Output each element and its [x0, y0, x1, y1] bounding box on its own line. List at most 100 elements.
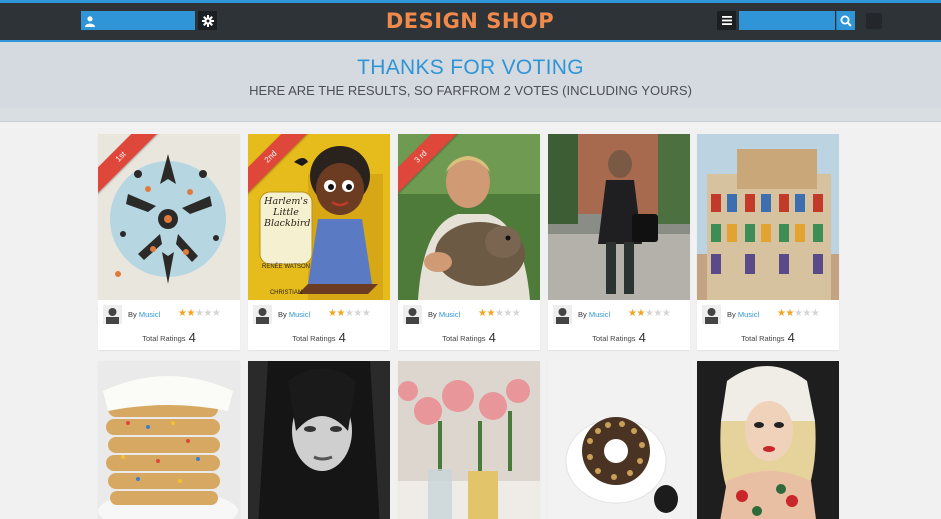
result-card[interactable]	[398, 361, 540, 519]
results-banner: THANKS FOR VOTING HERE ARE THE RESULTS, …	[0, 42, 941, 122]
card-image[interactable]	[98, 361, 240, 519]
user-field[interactable]	[99, 11, 195, 30]
star-empty-icon[interactable]: ★	[802, 308, 811, 319]
search-input[interactable]	[739, 11, 835, 30]
card-image[interactable]	[548, 361, 690, 519]
avatar[interactable]	[403, 305, 422, 324]
star-filled-icon[interactable]: ★	[186, 308, 195, 319]
author-link[interactable]: Musicl	[589, 310, 610, 319]
total-ratings-label: Total Ratings	[442, 334, 486, 343]
settings-button[interactable]	[198, 11, 217, 30]
total-ratings-label: Total Ratings	[592, 334, 636, 343]
by-label: By	[128, 310, 137, 319]
pancake-stack-image	[98, 361, 240, 519]
star-rating[interactable]: ★★★★★	[628, 308, 671, 319]
card-meta: By Musicl ★★★★★ Total Ratings 4	[98, 300, 240, 350]
star-empty-icon[interactable]: ★	[512, 308, 521, 319]
star-empty-icon[interactable]: ★	[503, 308, 512, 319]
author-link[interactable]: Musicl	[289, 310, 310, 319]
brand-logo[interactable]: DESIGN SHOP	[380, 9, 560, 33]
card-image[interactable]	[248, 361, 390, 519]
search-icon	[840, 15, 852, 27]
result-card[interactable]: By Musicl ★★★★★ Total Ratings 4	[548, 134, 690, 350]
result-card[interactable]: 1st By Musicl ★★★★★ Total Ratings 4	[98, 134, 240, 350]
result-card[interactable]	[548, 361, 690, 519]
corner-button[interactable]	[866, 13, 882, 29]
banner-subtitle: HERE ARE THE RESULTS, SO FARFROM 2 VOTES…	[249, 83, 692, 98]
result-card[interactable]	[248, 361, 390, 519]
total-ratings-count: 4	[188, 330, 196, 345]
author-link[interactable]: Musicl	[439, 310, 460, 319]
total-ratings: Total Ratings 4	[248, 330, 390, 345]
card-image[interactable]	[398, 361, 540, 519]
star-filled-icon[interactable]: ★	[785, 308, 794, 319]
card-meta: By Musicl ★★★★★ Total Ratings 4	[548, 300, 690, 350]
card-image[interactable]	[548, 134, 690, 300]
star-empty-icon[interactable]: ★	[362, 308, 371, 319]
user-icon	[85, 15, 95, 27]
total-ratings-label: Total Ratings	[741, 334, 785, 343]
card-meta: By Musicl ★★★★★ Total Ratings 4	[248, 300, 390, 350]
gear-icon	[201, 14, 214, 27]
donut-cake-image	[548, 361, 690, 519]
book-title-line: Little	[273, 207, 299, 218]
star-empty-icon[interactable]: ★	[353, 308, 362, 319]
banner-title: THANKS FOR VOTING	[357, 56, 584, 79]
card-meta: By Musicl ★★★★★ Total Ratings 4	[398, 300, 540, 350]
star-empty-icon[interactable]: ★	[662, 308, 671, 319]
menu-icon	[721, 16, 732, 25]
result-card[interactable]	[697, 361, 839, 519]
street-style-image	[548, 134, 690, 300]
author-link[interactable]: Musicl	[738, 310, 759, 319]
total-ratings-label: Total Ratings	[142, 334, 186, 343]
avatar[interactable]	[253, 305, 272, 324]
book-title: Harlem's Little Blackbird	[264, 196, 311, 229]
flowers-table-image	[398, 361, 540, 519]
by-label: By	[428, 310, 437, 319]
star-filled-icon[interactable]: ★	[636, 308, 645, 319]
avatar[interactable]	[103, 305, 122, 324]
star-empty-icon[interactable]: ★	[203, 308, 212, 319]
card-image[interactable]	[697, 134, 839, 300]
total-ratings: Total Ratings 4	[398, 330, 540, 345]
author-line: By Musicl	[727, 310, 759, 319]
tattoo-portrait-image	[697, 361, 839, 519]
star-rating[interactable]: ★★★★★	[478, 308, 521, 319]
star-rating[interactable]: ★★★★★	[777, 308, 820, 319]
avatar[interactable]	[702, 305, 721, 324]
top-bar: DESIGN SHOP	[0, 0, 941, 42]
star-rating[interactable]: ★★★★★	[328, 308, 371, 319]
by-label: By	[727, 310, 736, 319]
book-illustrator: CHRISTIAN	[269, 290, 303, 296]
by-label: By	[278, 310, 287, 319]
author-line: By Musicl	[128, 310, 160, 319]
card-image[interactable]	[697, 361, 839, 519]
total-ratings-count: 4	[787, 330, 795, 345]
author-line: By Musicl	[278, 310, 310, 319]
author-line: By Musicl	[578, 310, 610, 319]
colorful-building-image	[697, 134, 839, 300]
card-meta: By Musicl ★★★★★ Total Ratings 4	[697, 300, 839, 350]
star-empty-icon[interactable]: ★	[811, 308, 820, 319]
star-rating[interactable]: ★★★★★	[178, 308, 221, 319]
avatar[interactable]	[553, 305, 572, 324]
search-button[interactable]	[836, 11, 855, 30]
book-title-line: Blackbird	[264, 218, 311, 229]
book-title-line: Harlem's	[264, 196, 308, 207]
result-card[interactable]: 3 rd By Musicl ★★★★★ Total Ratings 4	[398, 134, 540, 350]
result-card[interactable]: By Musicl ★★★★★ Total Ratings 4	[697, 134, 839, 350]
author-link[interactable]: Musicl	[139, 310, 160, 319]
user-button[interactable]	[81, 11, 99, 30]
total-ratings-count: 4	[338, 330, 346, 345]
total-ratings-count: 4	[638, 330, 646, 345]
star-empty-icon[interactable]: ★	[653, 308, 662, 319]
star-empty-icon[interactable]: ★	[212, 308, 221, 319]
portrait-bw-image	[248, 361, 390, 519]
result-card[interactable]: Harlem's Little Blackbird RENÉE WATSON C…	[248, 134, 390, 350]
result-card[interactable]	[98, 361, 240, 519]
menu-button[interactable]	[717, 11, 736, 30]
star-filled-icon[interactable]: ★	[336, 308, 345, 319]
author-line: By Musicl	[428, 310, 460, 319]
total-ratings: Total Ratings 4	[548, 330, 690, 345]
star-filled-icon[interactable]: ★	[486, 308, 495, 319]
